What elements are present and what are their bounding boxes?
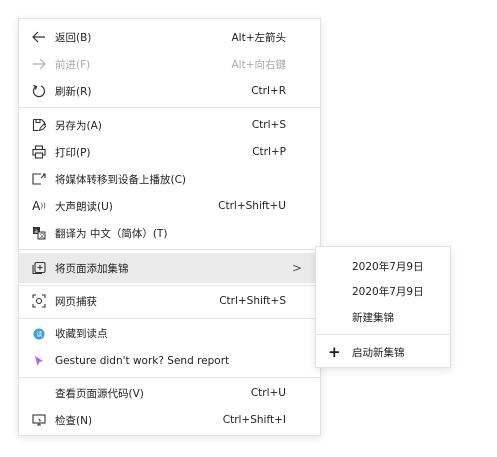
save-as-icon <box>31 117 47 133</box>
start-new-collection-label: 启动新集锦 <box>352 346 405 359</box>
save-as-shortcut: Ctrl+S <box>251 119 286 131</box>
collection-item-label: 2020年7月9日 <box>352 260 424 273</box>
view-source-shortcut: Ctrl+U <box>250 387 286 399</box>
separator <box>19 107 320 108</box>
gesture-icon <box>31 353 47 369</box>
arrow-left-icon <box>31 29 47 45</box>
menu-item-read-aloud[interactable]: A)) 大声朗读(U) Ctrl+Shift+U <box>19 192 320 220</box>
chevron-right-icon: > <box>291 261 302 275</box>
save-as-label: 另存为(A) <box>55 119 102 132</box>
add-to-collections-label: 将页面添加集锦 <box>55 262 129 275</box>
web-capture-icon <box>31 293 47 309</box>
reading-dot-icon: 读 <box>31 326 47 342</box>
collection-item[interactable]: 2020年7月9日 <box>316 253 450 279</box>
translate-icon: a文 <box>31 225 47 241</box>
plus-icon: + <box>328 342 341 361</box>
menu-item-translate[interactable]: a文 翻译为 中文（简体）(T) <box>19 219 320 247</box>
menu-item-collect-to-reading[interactable]: 读 收藏到读点 <box>19 319 320 348</box>
collections-submenu: 2020年7月9日 2020年7月9日 新建集锦 + 启动新集锦 <box>315 246 451 368</box>
inspect-shortcut: Ctrl+Shift+I <box>222 414 286 426</box>
gesture-report-label: Gesture didn't work? Send report <box>55 354 230 367</box>
print-shortcut: Ctrl+P <box>252 146 286 158</box>
menu-item-web-capture[interactable]: 网页捕获 Ctrl+Shift+S <box>19 286 320 316</box>
svg-text:文: 文 <box>39 232 45 240</box>
refresh-icon <box>31 83 47 99</box>
back-label: 返回(B) <box>55 31 92 44</box>
separator <box>19 249 320 250</box>
forward-label: 前进(F) <box>55 58 91 71</box>
menu-item-forward[interactable]: 前进(F) Alt+向右键 <box>19 50 320 78</box>
menu-item-save-as[interactable]: 另存为(A) Ctrl+S <box>19 111 320 139</box>
cast-label: 将媒体转移到设备上播放(C) <box>55 173 187 186</box>
svg-text:读: 读 <box>36 330 42 338</box>
view-source-label: 查看页面源代码(V) <box>55 387 144 400</box>
collection-item-label: 2020年7月9日 <box>352 285 424 298</box>
collect-to-reading-label: 收藏到读点 <box>55 328 108 340</box>
menu-item-refresh[interactable]: 刷新(R) Ctrl+R <box>19 77 320 105</box>
read-aloud-icon: A)) <box>32 199 46 213</box>
menu-item-view-source[interactable]: 查看页面源代码(V) Ctrl+U <box>19 379 320 407</box>
web-capture-label: 网页捕获 <box>55 295 97 308</box>
read-aloud-label: 大声朗读(U) <box>55 200 113 213</box>
print-label: 打印(P) <box>55 146 91 159</box>
context-menu: 返回(B) Alt+左箭头 前进(F) Alt+向右键 刷新(R) Ctrl+R… <box>18 18 321 436</box>
inspect-icon <box>31 412 47 428</box>
inspect-label: 检查(N) <box>55 414 93 427</box>
collection-item[interactable]: 2020年7月9日 <box>316 278 450 304</box>
forward-shortcut: Alt+向右键 <box>231 58 286 71</box>
read-aloud-shortcut: Ctrl+Shift+U <box>218 200 286 212</box>
refresh-label: 刷新(R) <box>55 85 92 98</box>
printer-icon <box>31 144 47 160</box>
separator <box>316 334 450 335</box>
cast-icon <box>31 171 47 187</box>
menu-item-inspect[interactable]: 检查(N) Ctrl+Shift+I <box>19 406 320 434</box>
back-shortcut: Alt+左箭头 <box>231 31 286 44</box>
web-capture-shortcut: Ctrl+Shift+S <box>219 295 286 307</box>
translate-label: 翻译为 中文（简体）(T) <box>55 227 168 240</box>
menu-item-gesture-report[interactable]: Gesture didn't work? Send report <box>19 346 320 375</box>
menu-item-back[interactable]: 返回(B) Alt+左箭头 <box>19 23 320 51</box>
menu-item-print[interactable]: 打印(P) Ctrl+P <box>19 138 320 166</box>
separator <box>19 377 320 378</box>
arrow-right-icon <box>31 56 47 72</box>
collections-icon <box>31 260 47 276</box>
menu-item-cast[interactable]: 将媒体转移到设备上播放(C) <box>19 165 320 193</box>
refresh-shortcut: Ctrl+R <box>251 85 286 97</box>
start-new-collection[interactable]: + 启动新集锦 <box>316 339 450 365</box>
collection-item-new[interactable]: 新建集锦 <box>316 304 450 330</box>
collection-item-label: 新建集锦 <box>352 311 394 324</box>
menu-item-add-to-collections[interactable]: 将页面添加集锦 > <box>19 253 320 283</box>
